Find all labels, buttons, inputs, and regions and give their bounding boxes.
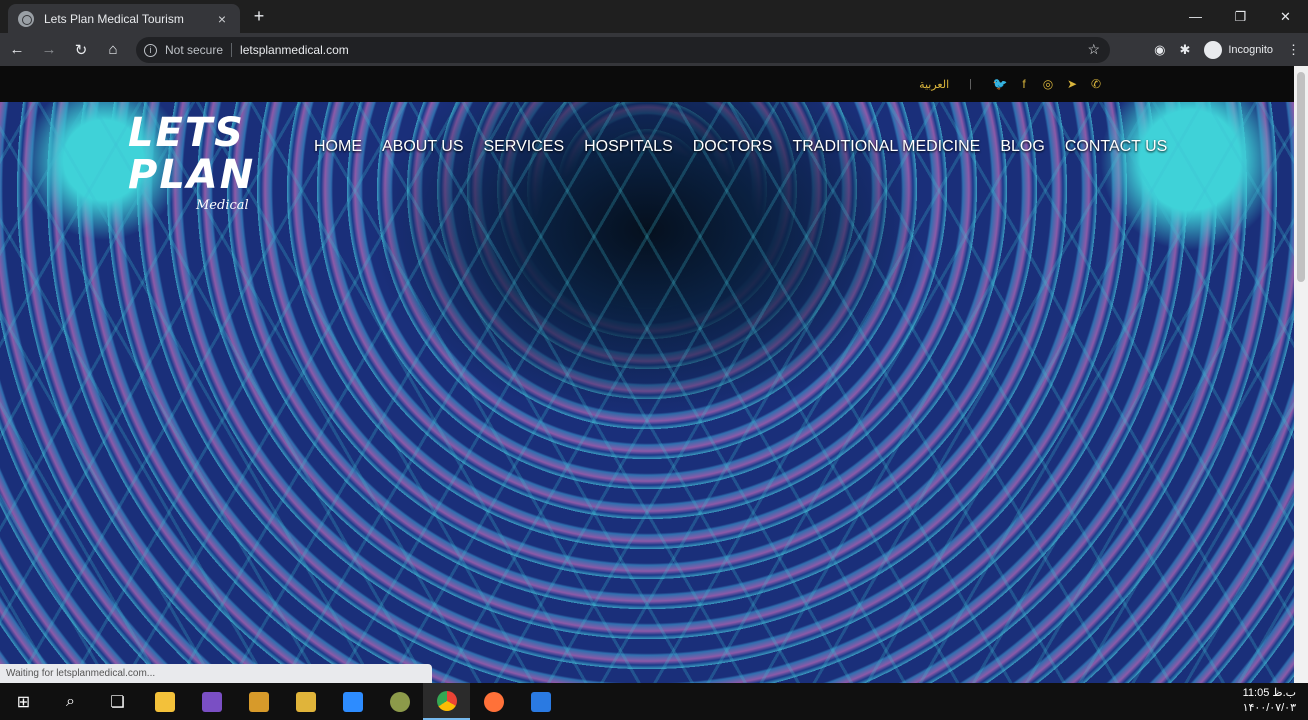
maximize-button[interactable]: ❐	[1218, 0, 1263, 33]
top-strip: العربية | 🐦 f ◎ ➤ ✆	[0, 66, 1294, 102]
forward-button[interactable]: →	[34, 35, 64, 65]
nav-hospitals[interactable]: HOSPITALS	[584, 138, 673, 156]
instagram-icon[interactable]: ◎	[1040, 76, 1056, 92]
media-icon[interactable]: ◉	[1154, 42, 1165, 58]
language-link[interactable]: العربية	[919, 78, 949, 91]
system-clock[interactable]: 11:05 ب.ظ ۱۴۰۰/۰۷/۰۳	[1243, 686, 1296, 716]
social-links: 🐦 f ◎ ➤ ✆	[992, 76, 1104, 92]
facebook-icon[interactable]: f	[1016, 76, 1032, 92]
browser-tab[interactable]: Lets Plan Medical Tourism ×	[8, 4, 240, 33]
clock-time: 11:05 ب.ظ	[1242, 687, 1296, 699]
info-icon[interactable]: i	[144, 43, 157, 57]
back-button[interactable]: ←	[2, 35, 32, 65]
reload-button[interactable]: ↻	[66, 35, 96, 65]
nav-services[interactable]: SERVICES	[484, 138, 565, 156]
globe-icon	[18, 10, 34, 27]
whatsapp-icon[interactable]: ✆	[1088, 76, 1104, 92]
browser-toolbar: ← → ↻ ⌂ i Not secure letsplanmedical.com…	[0, 33, 1308, 66]
nav-blog[interactable]: BLOG	[1000, 138, 1044, 156]
main-nav: HOME ABOUT US SERVICES HOSPITALS DOCTORS…	[314, 138, 1187, 156]
profile-label: Incognito	[1228, 43, 1273, 56]
incognito-icon	[1204, 40, 1223, 59]
nav-home[interactable]: HOME	[314, 138, 362, 156]
logo-line-1: LETS	[128, 110, 245, 156]
nav-doctors[interactable]: DOCTORS	[693, 138, 773, 156]
nav-traditional-medicine[interactable]: TRADITIONAL MEDICINE	[792, 138, 980, 156]
menu-icon[interactable]: ⋮	[1287, 42, 1300, 58]
profile-button[interactable]: Incognito	[1204, 40, 1273, 59]
telegram-icon[interactable]: ➤	[1064, 76, 1080, 92]
zoom-icon[interactable]	[329, 683, 376, 720]
web-page: العربية | 🐦 f ◎ ➤ ✆ LETS PLAN Medical HO…	[0, 66, 1294, 683]
extensions-icon[interactable]: ✱	[1179, 42, 1190, 58]
logo-line-2: PLAN	[128, 152, 256, 198]
clock-date: ۱۴۰۰/۰۷/۰۳	[1242, 702, 1296, 714]
url-text[interactable]: letsplanmedical.com	[240, 43, 349, 57]
nav-contact-us[interactable]: CONTACT US	[1065, 138, 1168, 156]
search-icon[interactable]: ⌕	[47, 683, 94, 720]
browser-tab-strip: Lets Plan Medical Tourism × + — ❐ ✕	[0, 0, 1308, 33]
separator	[231, 43, 233, 57]
tab-title: Lets Plan Medical Tourism	[44, 11, 184, 26]
nav-about-us[interactable]: ABOUT US	[382, 138, 464, 156]
file-explorer-icon[interactable]	[141, 683, 188, 720]
task-view-icon[interactable]: ❏	[94, 683, 141, 720]
hero-image: LETS PLAN Medical HOME ABOUT US SERVICES…	[0, 102, 1294, 683]
firefox-icon[interactable]	[470, 683, 517, 720]
separator: |	[969, 78, 972, 90]
page-scrollbar[interactable]	[1294, 66, 1308, 683]
close-window-button[interactable]: ✕	[1263, 0, 1308, 33]
twitter-icon[interactable]: 🐦	[992, 76, 1008, 92]
visual-studio-icon[interactable]	[188, 683, 235, 720]
app-icon[interactable]	[517, 683, 564, 720]
windows-taskbar: ⊞ ⌕ ❏ 11:05 ب.ظ ۱۴۰۰/۰۷/۰۳	[0, 683, 1308, 720]
minimize-button[interactable]: —	[1173, 0, 1218, 33]
windows-start-icon[interactable]: ⊞	[0, 683, 47, 720]
scrollbar-thumb[interactable]	[1297, 72, 1305, 282]
site-logo[interactable]: LETS PLAN Medical	[128, 112, 278, 216]
logo-line-3: Medical	[196, 198, 249, 213]
app-icon[interactable]	[376, 683, 423, 720]
app-icon[interactable]	[282, 683, 329, 720]
chrome-icon[interactable]	[423, 683, 470, 720]
home-button[interactable]: ⌂	[98, 35, 128, 65]
loading-status: Waiting for letsplanmedical.com...	[0, 664, 432, 683]
tab-close-icon[interactable]: ×	[214, 11, 230, 27]
address-bar[interactable]: i Not secure letsplanmedical.com ☆	[136, 37, 1110, 63]
app-icon[interactable]	[235, 683, 282, 720]
security-label: Not secure	[165, 43, 224, 57]
bookmark-star-icon[interactable]: ☆	[1087, 41, 1100, 58]
new-tab-button[interactable]: +	[249, 6, 269, 26]
